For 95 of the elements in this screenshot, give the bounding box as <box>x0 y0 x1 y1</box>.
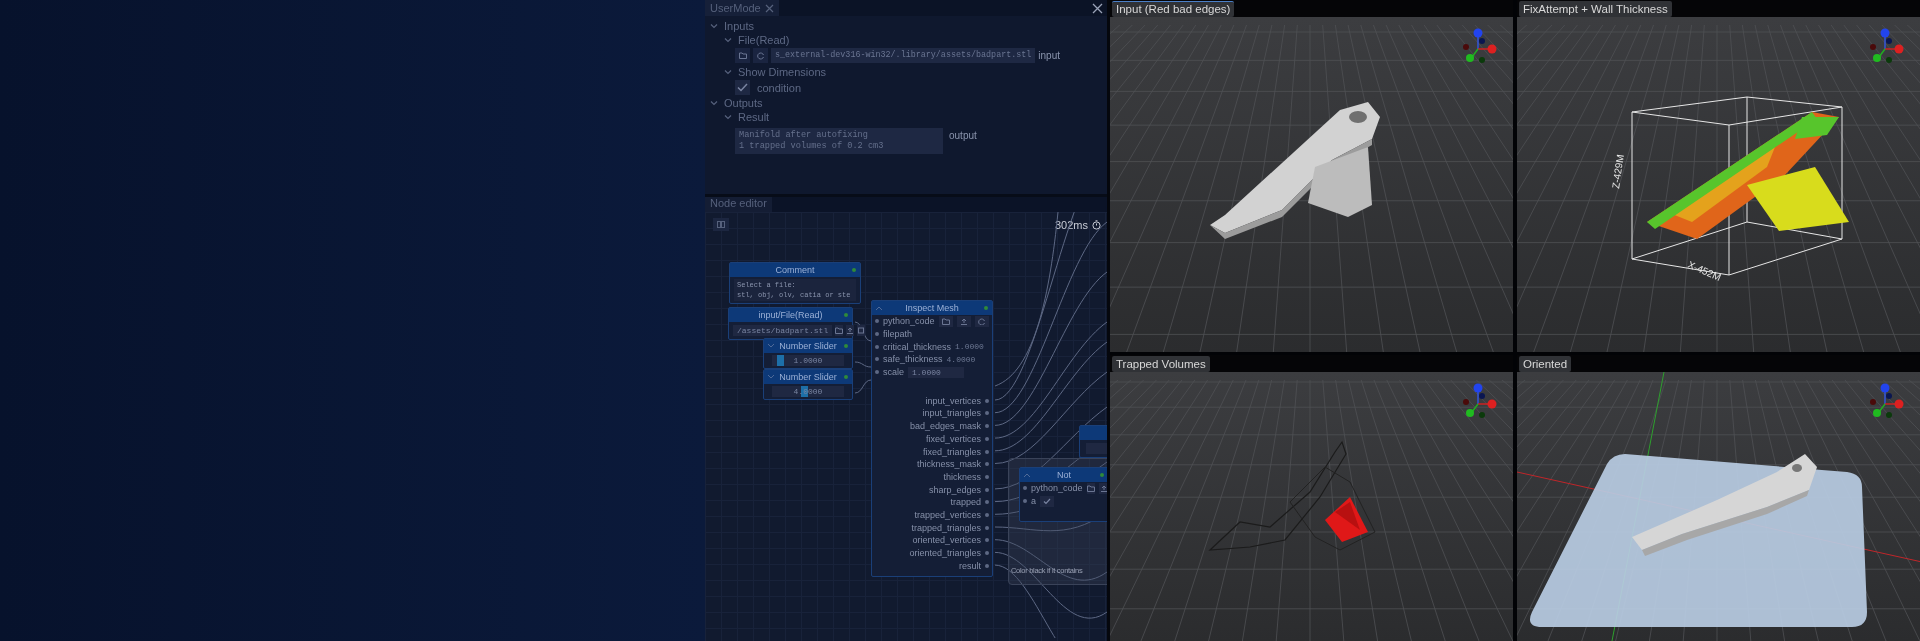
port-label: result <box>959 560 981 571</box>
port-label: trapped_vertices <box>914 509 981 520</box>
axis-gizmo-icon[interactable] <box>1870 383 1904 418</box>
checkbox[interactable] <box>735 80 750 95</box>
port-label: safe_thickness <box>883 354 943 365</box>
mesh-part-drawing[interactable] <box>1647 112 1849 239</box>
viewport-tab[interactable]: FixAttempt + Wall Thickness <box>1519 1 1672 17</box>
check-icon <box>1043 497 1051 505</box>
file-path-field[interactable]: /assets/badpart.stl <box>733 324 833 336</box>
result-text: Manifold after autofixing 1 trapped volumes of 0.2 cm3 <box>735 128 943 154</box>
port-label: sharp_edges <box>928 484 981 495</box>
port-label: thickness <box>943 471 981 482</box>
dimension-label: Z-429M <box>1610 153 1626 190</box>
upload-icon <box>846 326 855 334</box>
layout-button[interactable] <box>713 218 729 231</box>
upload-icon <box>959 317 968 325</box>
trapped-volume-drawing[interactable] <box>1208 440 1376 551</box>
section-label: Outputs <box>724 96 763 109</box>
open-folder-button[interactable] <box>1086 482 1096 494</box>
axis-gizmo-icon[interactable] <box>1463 28 1497 63</box>
port-label: input_triangles <box>922 408 981 419</box>
value-field[interactable]: 1.0000 <box>908 366 964 378</box>
open-folder-button[interactable] <box>835 324 844 336</box>
node-title: Inspect Mesh <box>905 303 959 313</box>
open-folder-button[interactable] <box>735 48 750 63</box>
folder-icon <box>941 317 950 325</box>
port-label: oriented_vertices <box>912 535 981 546</box>
port-label: fixed_vertices <box>925 433 981 444</box>
open-folder-button[interactable] <box>938 315 953 327</box>
connection-wire <box>854 379 872 394</box>
section-label: Inputs <box>724 19 754 32</box>
group-label: Show Dimensions <box>738 65 827 78</box>
group-label: File(Read) <box>738 33 790 46</box>
checkbox-label: condition <box>757 81 802 94</box>
node-title: Number Slider <box>779 372 837 382</box>
port-label: python_code <box>1031 483 1083 494</box>
folder-icon <box>835 326 844 334</box>
checkbox[interactable] <box>1040 495 1054 507</box>
chevron-down-icon[interactable] <box>767 374 775 380</box>
chevron-up-icon[interactable] <box>1023 472 1031 478</box>
graph-node[interactable]: Number Slider 1.0000 <box>763 338 853 369</box>
stopwatch-icon <box>1092 220 1101 230</box>
refresh-icon <box>756 51 765 60</box>
node-title: input/File(Read) <box>758 310 823 320</box>
close-icon[interactable] <box>1092 2 1103 14</box>
port-value: 1.0000 <box>955 342 984 352</box>
graph-node[interactable] <box>871 300 993 578</box>
slider-thumb[interactable] <box>777 355 785 366</box>
3d-viewport[interactable] <box>1517 372 1920 641</box>
group-label: Result <box>738 110 770 123</box>
reload-button[interactable] <box>753 48 768 63</box>
node-title: Number Slider <box>779 341 837 351</box>
port-value: 4.0000 <box>946 354 976 364</box>
upload-button[interactable] <box>956 315 971 327</box>
port-label: trapped <box>950 497 981 508</box>
axis-gizmo-icon[interactable] <box>1870 28 1904 63</box>
chevron-up-icon[interactable] <box>875 305 883 311</box>
node-title: Not <box>1057 470 1071 480</box>
port-label: filepath <box>883 329 913 340</box>
upload-button[interactable] <box>1099 482 1107 494</box>
port-label: fixed_triangles <box>922 446 981 457</box>
port-label: input <box>1038 50 1060 61</box>
port-label: input_vertices <box>925 395 981 406</box>
node-title: Comment <box>775 265 815 275</box>
graph-node[interactable]: Not python_code a <box>1019 467 1107 523</box>
file-path-field[interactable]: s_external-dev316-win32/.library/assets/badpart.stl <box>771 48 1036 63</box>
check-icon <box>737 83 748 92</box>
mesh-part-drawing[interactable] <box>1632 454 1817 556</box>
port-label: critical_thickness <box>883 341 952 352</box>
chevron-down-icon[interactable] <box>767 343 775 349</box>
stop-button[interactable] <box>857 324 866 336</box>
reload-button[interactable] <box>974 315 989 327</box>
viewport-tab[interactable]: Input (Red bad edges) <box>1112 1 1235 17</box>
port-label: output <box>949 130 977 141</box>
port-label: thickness_mask <box>916 459 981 470</box>
viewport-tab[interactable]: Oriented <box>1519 356 1572 372</box>
timing-label: 302ms <box>1054 219 1088 231</box>
3d-viewport[interactable] <box>1110 17 1513 352</box>
viewport-tab[interactable]: Trapped Volumes <box>1112 356 1210 372</box>
folder-icon <box>738 52 747 59</box>
folder-icon <box>1086 484 1095 492</box>
mesh-part-drawing[interactable] <box>1210 102 1380 239</box>
port-label: trapped_triangles <box>911 522 981 533</box>
connection-wire <box>854 361 872 368</box>
port-label: oriented_triangles <box>909 548 981 559</box>
upload-button[interactable] <box>846 324 855 336</box>
port-label: a <box>1031 496 1036 507</box>
refresh-icon <box>977 317 986 325</box>
axis-gizmo-icon[interactable] <box>1463 383 1497 418</box>
port-label: scale <box>883 367 904 378</box>
columns-icon <box>717 221 725 228</box>
upload-icon <box>1099 484 1107 492</box>
number-slider[interactable]: 1.0000 <box>772 355 844 366</box>
port-label: bad_edges_mask <box>909 421 981 432</box>
port-label: python_code <box>883 316 935 327</box>
